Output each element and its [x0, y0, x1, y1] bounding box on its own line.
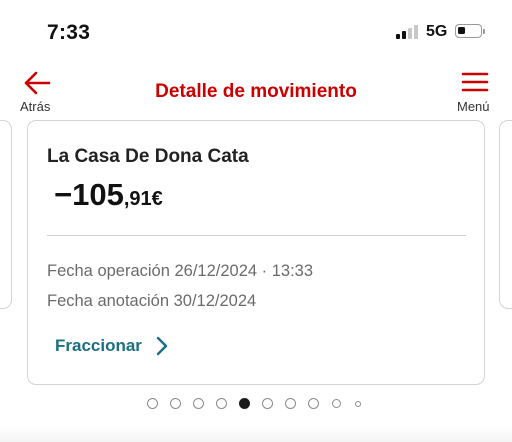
operation-date: Fecha operación 26/12/2024 · 13:33	[47, 262, 314, 280]
signal-strength-icon	[396, 24, 418, 39]
network-type: 5G	[426, 23, 448, 40]
menu-label: Menú	[457, 99, 490, 114]
fraccionar-label: Fraccionar	[55, 336, 142, 355]
content-fade	[0, 426, 512, 442]
battery-icon	[455, 24, 482, 38]
status-time: 7:33	[47, 21, 91, 44]
next-movement-card[interactable]	[499, 120, 512, 309]
page-dot[interactable]	[332, 399, 341, 408]
page-dot[interactable]	[308, 398, 319, 409]
posting-date: Fecha anotación 30/12/2024	[47, 292, 257, 310]
card-divider	[47, 235, 466, 236]
page-dot[interactable]	[262, 398, 273, 409]
carousel-pagination	[147, 398, 367, 410]
page-dot-active[interactable]	[239, 398, 250, 409]
chevron-right-icon	[156, 336, 168, 356]
page-dot[interactable]	[216, 398, 227, 409]
menu-button[interactable]: Menú	[452, 70, 502, 116]
movement-amount: −105,91€	[54, 177, 163, 213]
hamburger-menu-icon	[461, 72, 489, 92]
amount-decimal: ,91€	[123, 188, 163, 210]
fraccionar-link[interactable]: Fraccionar	[55, 334, 168, 358]
page-title: Detalle de movimiento	[155, 81, 357, 102]
page-dot[interactable]	[147, 398, 158, 409]
page-dot[interactable]	[193, 398, 204, 409]
battery-tip	[483, 29, 485, 34]
page-dot[interactable]	[170, 398, 181, 409]
page-dot[interactable]	[285, 398, 296, 409]
merchant-name: La Casa De Dona Cata	[47, 146, 249, 167]
page-dot[interactable]	[355, 401, 361, 407]
previous-movement-card[interactable]	[0, 120, 12, 309]
amount-integer: −105	[54, 177, 124, 212]
movement-card: La Casa De Dona Cata −105,91€ Fecha oper…	[27, 120, 485, 385]
